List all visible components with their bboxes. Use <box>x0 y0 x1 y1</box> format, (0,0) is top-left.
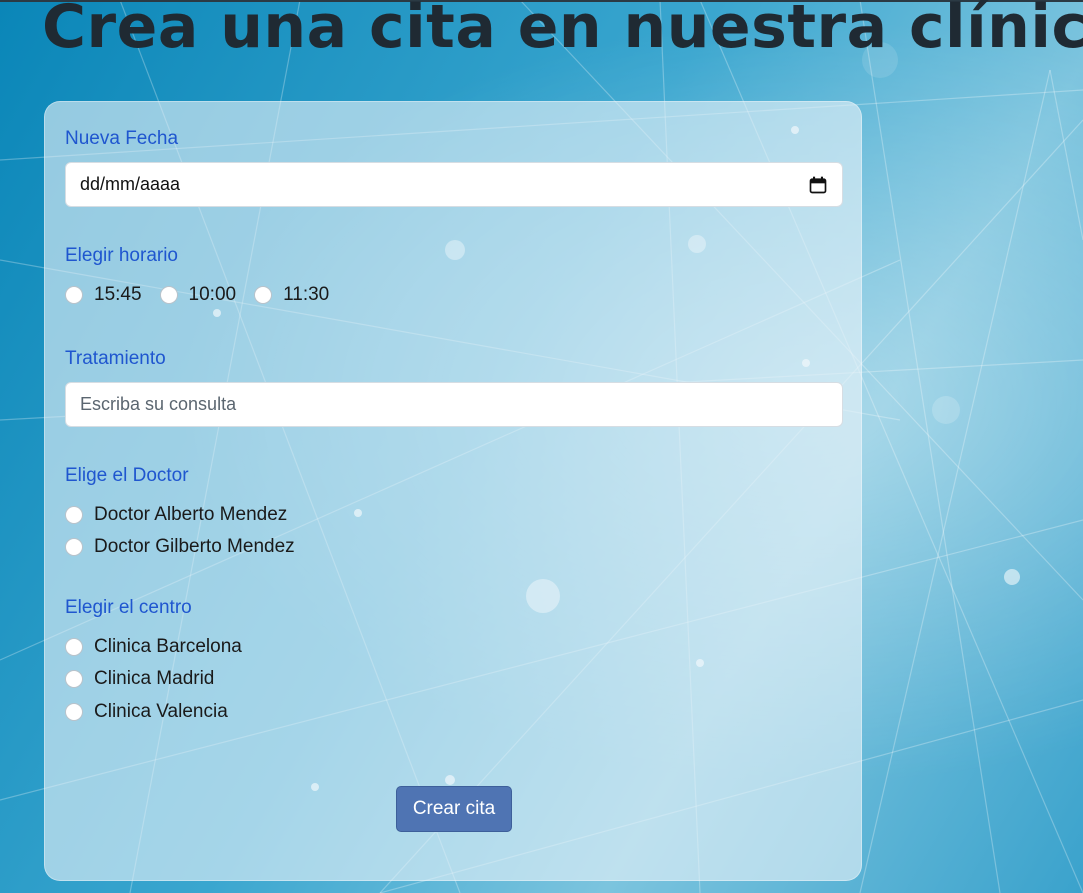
treatment-label: Tratamiento <box>65 348 166 369</box>
schedule-radio-group: 15:45 10:00 11:30 <box>65 284 347 306</box>
center-option-label: Clinica Madrid <box>94 668 215 689</box>
appointment-form-card: Nueva Fecha dd/mm/aaaa Elegir horario 15… <box>44 101 862 881</box>
doctor-option[interactable]: Doctor Gilberto Mendez <box>65 536 313 558</box>
treatment-input[interactable]: Escriba su consulta <box>65 382 843 427</box>
radio-button[interactable] <box>65 538 83 556</box>
doctor-option-label: Doctor Gilberto Mendez <box>94 536 295 557</box>
create-appointment-button[interactable]: Crear cita <box>396 786 512 832</box>
radio-button[interactable] <box>65 506 83 524</box>
schedule-label: Elegir horario <box>65 245 178 266</box>
date-input-value: dd/mm/aaaa <box>80 174 181 194</box>
schedule-option-label: 10:00 <box>188 284 237 305</box>
doctor-label: Elige el Doctor <box>65 465 189 486</box>
schedule-option-label: 15:45 <box>94 284 142 305</box>
schedule-option[interactable]: 11:30 <box>254 284 329 306</box>
radio-button[interactable] <box>65 638 83 656</box>
radio-button[interactable] <box>159 286 178 304</box>
doctor-option-label: Doctor Alberto Mendez <box>94 504 288 525</box>
doctor-option[interactable]: Doctor Alberto Mendez <box>65 504 305 526</box>
calendar-icon[interactable] <box>808 175 828 195</box>
schedule-option[interactable]: 10:00 <box>159 284 237 306</box>
center-option[interactable]: Clinica Madrid <box>65 668 232 690</box>
date-label: Nueva Fecha <box>65 128 179 149</box>
radio-button[interactable] <box>65 286 83 304</box>
treatment-input-placeholder: Escriba su consulta <box>80 394 237 414</box>
schedule-option-label: 11:30 <box>283 284 330 305</box>
date-input[interactable]: dd/mm/aaaa <box>65 162 843 207</box>
page-title: Crea una cita en nuestra clínica <box>42 0 1083 62</box>
schedule-option[interactable]: 15:45 <box>65 284 142 306</box>
radio-button[interactable] <box>254 286 273 304</box>
center-label: Elegir el centro <box>65 597 192 618</box>
center-option-label: Clinica Valencia <box>94 701 228 722</box>
center-option-label: Clinica Barcelona <box>94 636 242 657</box>
center-option[interactable]: Clinica Valencia <box>65 701 246 723</box>
center-option[interactable]: Clinica Barcelona <box>65 636 260 658</box>
radio-button[interactable] <box>65 703 83 721</box>
radio-button[interactable] <box>65 670 83 688</box>
